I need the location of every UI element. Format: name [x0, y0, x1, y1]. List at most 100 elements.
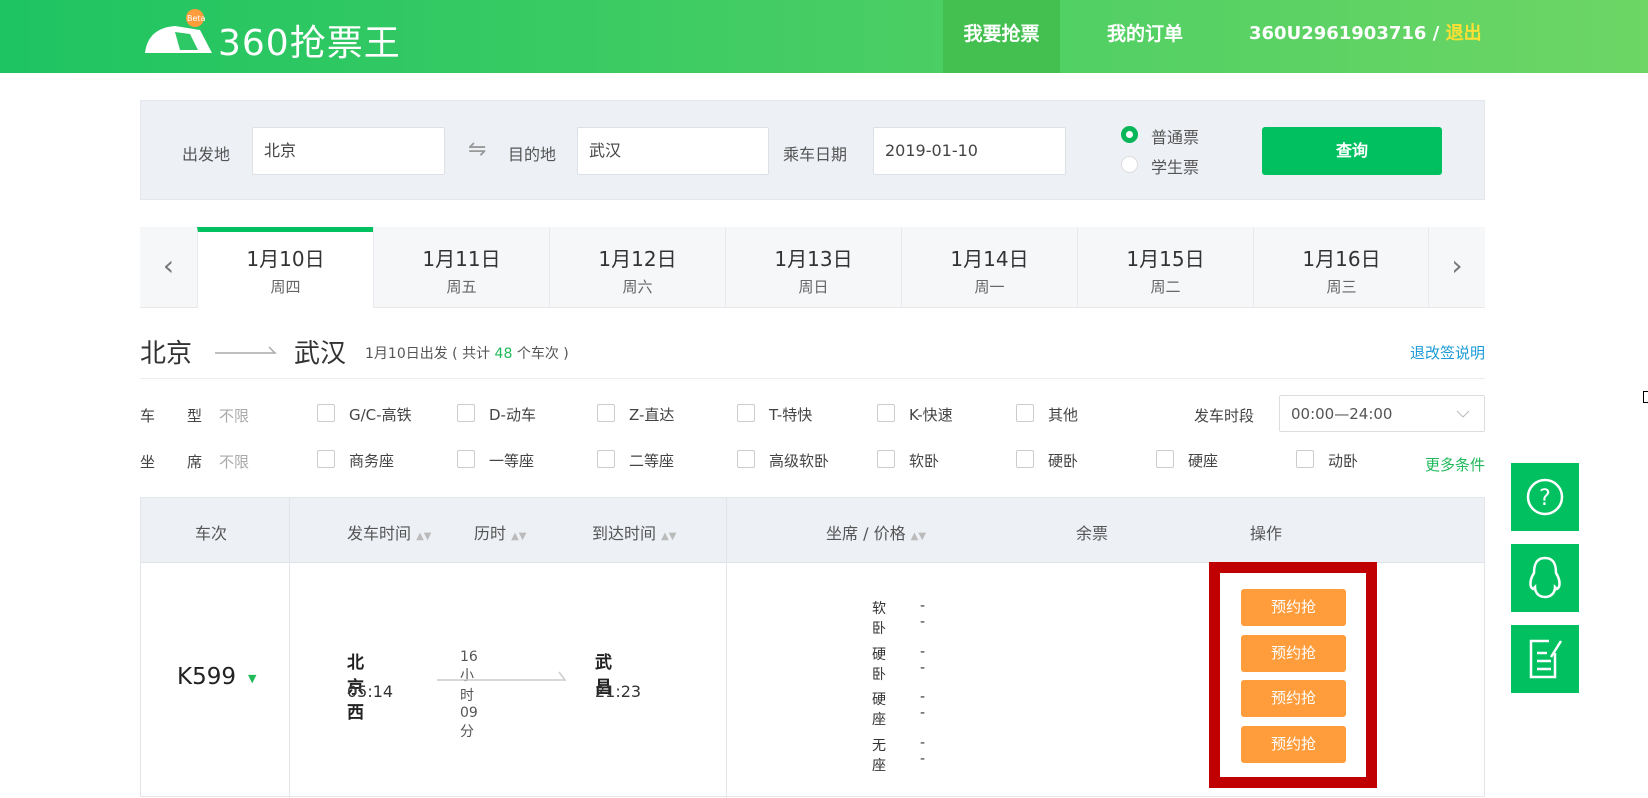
seat-price: -- — [920, 735, 925, 767]
from-input[interactable]: 北京 — [252, 127, 445, 175]
time-range-select[interactable]: 00:00—24:00 — [1279, 395, 1485, 432]
top-header: Beta 360抢票王 我要抢票 我的订单 360U2961903716 / 退… — [0, 0, 1648, 73]
header-depart[interactable]: 发车时间 ▲▼ — [347, 520, 432, 544]
checkbox-label: G/C-高铁 — [349, 404, 412, 425]
seat-price: -- — [920, 598, 925, 630]
route-subtitle: 1月10日出发 ( 共计 48 个车次 ) — [365, 343, 569, 363]
header-seat-price[interactable]: 坐席 / 价格 ▲▼ — [826, 520, 926, 544]
tab-date: 1月14日 — [902, 243, 1077, 272]
subtitle-text: 个车次 ) — [512, 346, 568, 362]
header-label: 到达时间 — [592, 524, 656, 543]
refund-info-link[interactable]: 退改签说明 — [1410, 342, 1485, 363]
checkbox-icon — [1016, 450, 1034, 468]
username[interactable]: 360U2961903716 — [1249, 23, 1426, 44]
reserve-button[interactable]: 预约抢 — [1241, 589, 1346, 626]
duration: 16小时09分 — [460, 649, 478, 741]
checkbox-label: 商务座 — [349, 450, 394, 471]
logo-badge: Beta — [187, 14, 206, 23]
expand-caret-icon[interactable]: ▼ — [248, 672, 256, 685]
nav-grab-ticket[interactable]: 我要抢票 — [943, 0, 1060, 73]
sort-icon: ▲▼ — [416, 531, 431, 542]
qq-button[interactable] — [1511, 544, 1579, 612]
seat-name: 硬卧 — [872, 644, 886, 684]
date-tab[interactable]: 1月12日周六 — [549, 227, 725, 308]
date-tabs: ‹ 1月10日周四 1月11日周五 1月12日周六 1月13日周日 1月14日周… — [140, 227, 1485, 308]
date-tab[interactable]: 1月10日周四 — [197, 227, 373, 308]
header-label: 坐席 / 价格 — [826, 524, 906, 543]
header-label: 历时 — [474, 524, 506, 543]
duration-arrow-icon — [437, 670, 567, 682]
date-tab[interactable]: 1月14日周一 — [901, 227, 1077, 308]
radio-label: 学生票 — [1151, 154, 1199, 178]
user-area: 360U2961903716 / 退出 — [1249, 0, 1482, 73]
checkbox-icon — [597, 404, 615, 422]
subtitle-text: 1月10日出发 ( 共计 — [365, 346, 495, 362]
logout-link[interactable]: 退出 — [1446, 23, 1482, 44]
edge-marker-icon — [1643, 391, 1648, 403]
reserve-button[interactable]: 预约抢 — [1241, 635, 1346, 672]
date-tab[interactable]: 1月16日周三 — [1253, 227, 1429, 308]
route-to: 武汉 — [294, 333, 346, 370]
query-button[interactable]: 查询 — [1262, 127, 1442, 175]
help-button[interactable]: ? — [1511, 463, 1579, 531]
train-number[interactable]: K599 — [177, 664, 236, 690]
date-label: 乘车日期 — [783, 141, 847, 165]
date-tab[interactable]: 1月13日周日 — [725, 227, 901, 308]
checkbox-icon — [317, 404, 335, 422]
date-tab[interactable]: 1月15日周二 — [1077, 227, 1253, 308]
checkbox-label: 硬座 — [1188, 450, 1218, 471]
prev-date-arrow-icon[interactable]: ‹ — [140, 227, 197, 308]
tab-date: 1月12日 — [550, 243, 725, 272]
header-label: 发车时间 — [347, 524, 411, 543]
tab-date: 1月16日 — [1254, 243, 1429, 272]
checkbox-label: 其他 — [1048, 404, 1078, 425]
to-input[interactable]: 武汉 — [577, 127, 769, 175]
checkbox-icon — [737, 404, 755, 422]
checkbox-icon — [597, 450, 615, 468]
sort-icon: ▲▼ — [511, 531, 526, 542]
divider — [140, 378, 1485, 379]
logo-text[interactable]: 360抢票王 — [218, 14, 401, 66]
edit-note-icon — [1525, 637, 1565, 681]
checkbox-icon — [457, 404, 475, 422]
checkbox-icon — [877, 404, 895, 422]
question-icon: ? — [1525, 477, 1565, 517]
reserve-button[interactable]: 预约抢 — [1241, 726, 1346, 763]
chevron-down-icon — [1456, 410, 1470, 418]
date-tab[interactable]: 1月11日周五 — [373, 227, 549, 308]
checkbox-icon — [317, 450, 335, 468]
next-date-arrow-icon[interactable]: › — [1428, 227, 1485, 308]
checkbox-label: 一等座 — [489, 450, 534, 471]
type-unlimited[interactable]: 不限 — [219, 405, 249, 426]
seat-price: -- — [920, 689, 925, 721]
route-from: 北京 — [140, 333, 192, 370]
more-filters-link[interactable]: 更多条件 — [1425, 454, 1485, 475]
filter-label: 坐 — [140, 451, 155, 472]
seat-price: -- — [920, 644, 925, 676]
checkbox-label: K-快速 — [909, 404, 953, 425]
tab-weekday: 周二 — [1078, 276, 1253, 297]
header-duration[interactable]: 历时 ▲▼ — [474, 520, 527, 544]
tab-weekday: 周四 — [198, 276, 373, 297]
sort-icon: ▲▼ — [911, 531, 926, 542]
swap-icon[interactable]: ⇋ — [468, 137, 486, 162]
nav-my-orders[interactable]: 我的订单 — [1090, 0, 1200, 73]
checkbox-icon — [1016, 404, 1034, 422]
tab-weekday: 周三 — [1254, 276, 1429, 297]
tab-weekday: 周一 — [902, 276, 1077, 297]
tab-weekday: 周日 — [726, 276, 901, 297]
date-input[interactable]: 2019-01-10 — [873, 127, 1066, 175]
header-arrive[interactable]: 到达时间 ▲▼ — [592, 520, 677, 544]
feedback-button[interactable] — [1511, 625, 1579, 693]
time-range-label: 发车时段 — [1194, 405, 1254, 426]
checkbox-label: T-特快 — [769, 404, 812, 425]
seat-unlimited[interactable]: 不限 — [219, 451, 249, 472]
separator: / — [1433, 23, 1440, 44]
checkbox-icon — [737, 450, 755, 468]
tab-date: 1月11日 — [374, 243, 549, 272]
checkbox-label: 硬卧 — [1048, 450, 1078, 471]
checkbox-icon — [877, 450, 895, 468]
reserve-button[interactable]: 预约抢 — [1241, 680, 1346, 717]
svg-text:?: ? — [1539, 486, 1551, 511]
filter-label: 车 — [140, 405, 155, 426]
